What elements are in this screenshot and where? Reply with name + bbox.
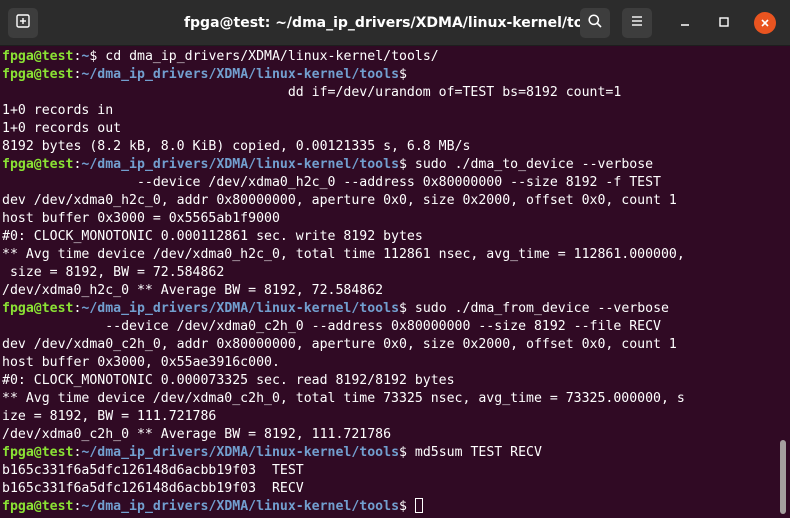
output-line: dev /dev/xdma0_h2c_0, addr 0x80000000, a… <box>2 192 778 210</box>
output-line: host buffer 0x3000, 0x55ae3916c000. <box>2 354 778 372</box>
output-line: 1+0 records out <box>2 120 778 138</box>
new-tab-icon <box>15 13 31 33</box>
menu-button[interactable] <box>622 8 652 38</box>
command-text: $ cd dma_ip_drivers/XDMA/linux-kernel/to… <box>89 49 439 64</box>
new-tab-button[interactable] <box>8 8 38 38</box>
output-text: 1+0 records out <box>2 121 122 136</box>
output-line: ** Avg time device /dev/xdma0_c2h_0, tot… <box>2 390 778 408</box>
minimize-icon <box>678 14 692 33</box>
command-text: $ sudo ./dma_from_device --verbose <box>399 301 669 316</box>
prompt-path: ~/dma_ip_drivers/XDMA/linux-kernel/tools <box>81 445 400 460</box>
output-line: ize = 8192, BW = 111.721786 <box>2 408 778 426</box>
prompt-line: fpga@test:~/dma_ip_drivers/XDMA/linux-ke… <box>2 444 778 462</box>
prompt-line: fpga@test:~/dma_ip_drivers/XDMA/linux-ke… <box>2 498 778 516</box>
output-line: b165c331f6a5dfc126148d6acbb19f03 TEST <box>2 462 778 480</box>
output-text: ** Avg time device /dev/xdma0_h2c_0, tot… <box>2 247 685 262</box>
output-line: dev /dev/xdma0_c2h_0, addr 0x80000000, a… <box>2 336 778 354</box>
output-text: #0: CLOCK_MONOTONIC 0.000112861 sec. wri… <box>2 229 423 244</box>
output-line: --device /dev/xdma0_c2h_0 --address 0x80… <box>2 318 778 336</box>
command-text: $ sudo ./dma_to_device --verbose <box>399 157 654 172</box>
output-text: --device /dev/xdma0_c2h_0 --address 0x80… <box>2 319 661 334</box>
output-text: /dev/xdma0_c2h_0 ** Average BW = 8192, 1… <box>2 427 392 442</box>
output-line: b165c331f6a5dfc126148d6acbb19f03 RECV <box>2 480 778 498</box>
prompt-path: ~/dma_ip_drivers/XDMA/linux-kernel/tools <box>81 67 400 82</box>
hamburger-menu-icon <box>629 13 645 33</box>
command-text: $ <box>399 499 415 514</box>
output-text: size = 8192, BW = 72.584862 <box>2 265 225 280</box>
output-line: #0: CLOCK_MONOTONIC 0.000112861 sec. wri… <box>2 228 778 246</box>
output-text: dev /dev/xdma0_c2h_0, addr 0x80000000, a… <box>2 337 677 352</box>
prompt-user: fpga@test <box>2 445 74 460</box>
output-line: /dev/xdma0_c2h_0 ** Average BW = 8192, 1… <box>2 426 778 444</box>
maximize-button[interactable] <box>713 12 735 34</box>
output-text: dev /dev/xdma0_h2c_0, addr 0x80000000, a… <box>2 193 677 208</box>
prompt-user: fpga@test <box>2 157 74 172</box>
prompt-user: fpga@test <box>2 49 74 64</box>
output-line: 1+0 records in <box>2 102 778 120</box>
prompt-line: fpga@test:~$ cd dma_ip_drivers/XDMA/linu… <box>2 48 778 66</box>
command-text: $ md5sum TEST RECV <box>399 445 542 460</box>
output-text: host buffer 0x3000 = 0x5565ab1f9000 <box>2 211 280 226</box>
output-text: b165c331f6a5dfc126148d6acbb19f03 TEST <box>2 463 304 478</box>
output-text: 1+0 records in <box>2 103 114 118</box>
prompt-user: fpga@test <box>2 301 74 316</box>
minimize-button[interactable] <box>674 12 696 34</box>
output-text: --device /dev/xdma0_h2c_0 --address 0x80… <box>2 175 661 190</box>
scrollbar-thumb[interactable] <box>780 440 786 514</box>
prompt-user: fpga@test <box>2 67 74 82</box>
prompt-user: fpga@test <box>2 499 74 514</box>
output-text: #0: CLOCK_MONOTONIC 0.000073325 sec. rea… <box>2 373 455 388</box>
prompt-path: ~/dma_ip_drivers/XDMA/linux-kernel/tools <box>81 499 400 514</box>
output-text: ize = 8192, BW = 111.721786 <box>2 409 217 424</box>
output-text: 8192 bytes (8.2 kB, 8.0 KiB) copied, 0.0… <box>2 139 471 154</box>
prompt-line: fpga@test:~/dma_ip_drivers/XDMA/linux-ke… <box>2 300 778 318</box>
output-line: size = 8192, BW = 72.584862 <box>2 264 778 282</box>
output-text: /dev/xdma0_h2c_0 ** Average BW = 8192, 7… <box>2 283 384 298</box>
close-button[interactable] <box>754 12 776 34</box>
search-button[interactable] <box>580 8 610 38</box>
output-line: 8192 bytes (8.2 kB, 8.0 KiB) copied, 0.0… <box>2 138 778 156</box>
text-cursor <box>414 498 423 513</box>
title-bar[interactable]: fpga@test: ~/dma_ip_drivers/XDMA/linux-k… <box>0 0 790 46</box>
output-line: host buffer 0x3000 = 0x5565ab1f9000 <box>2 210 778 228</box>
output-text: host buffer 0x3000, 0x55ae3916c000. <box>2 355 280 370</box>
prompt-path: ~/dma_ip_drivers/XDMA/linux-kernel/tools <box>81 157 400 172</box>
output-text: dd if=/dev/urandom of=TEST bs=8192 count… <box>2 85 622 100</box>
terminal-window: fpga@test: ~/dma_ip_drivers/XDMA/linux-k… <box>0 0 790 518</box>
window-title: fpga@test: ~/dma_ip_drivers/XDMA/linux-k… <box>183 15 607 31</box>
prompt-path: ~/dma_ip_drivers/XDMA/linux-kernel/tools <box>81 301 400 316</box>
close-icon <box>759 14 771 33</box>
output-line: dd if=/dev/urandom of=TEST bs=8192 count… <box>2 84 778 102</box>
terminal-output[interactable]: fpga@test:~$ cd dma_ip_drivers/XDMA/linu… <box>2 48 778 518</box>
output-line: #0: CLOCK_MONOTONIC 0.000073325 sec. rea… <box>2 372 778 390</box>
maximize-icon <box>717 14 731 33</box>
output-text: b165c331f6a5dfc126148d6acbb19f03 RECV <box>2 481 304 496</box>
command-text: $ <box>399 67 407 82</box>
output-text: ** Avg time device /dev/xdma0_c2h_0, tot… <box>2 391 685 406</box>
prompt-line: fpga@test:~/dma_ip_drivers/XDMA/linux-ke… <box>2 66 778 84</box>
search-icon <box>587 13 603 33</box>
prompt-line: fpga@test:~/dma_ip_drivers/XDMA/linux-ke… <box>2 156 778 174</box>
output-line: ** Avg time device /dev/xdma0_h2c_0, tot… <box>2 246 778 264</box>
output-line: /dev/xdma0_h2c_0 ** Average BW = 8192, 7… <box>2 282 778 300</box>
output-line: --device /dev/xdma0_h2c_0 --address 0x80… <box>2 174 778 192</box>
